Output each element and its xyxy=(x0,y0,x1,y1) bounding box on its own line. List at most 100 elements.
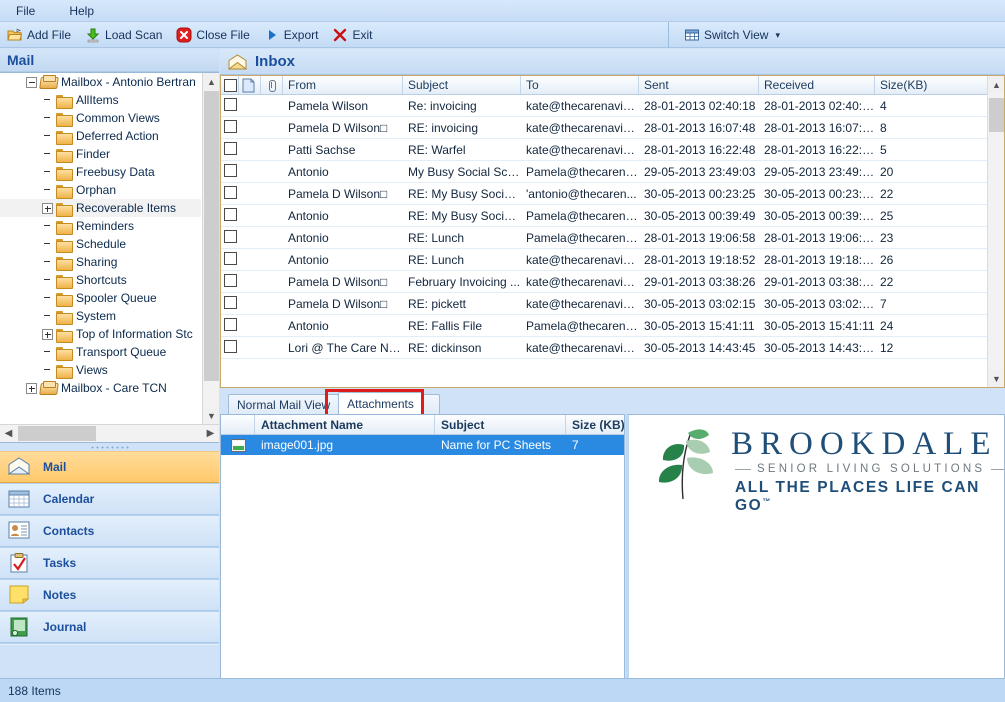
attachment-list[interactable]: Attachment Name Subject Size (KB) image0… xyxy=(220,414,625,702)
message-row[interactable]: Lori @ The Care Nav... RE: dickinson kate@… xyxy=(221,337,1004,359)
sidebar-item-journal[interactable]: Journal xyxy=(0,611,219,643)
tree-item[interactable]: Sharing xyxy=(0,253,201,271)
message-checkbox-cell[interactable] xyxy=(221,339,239,356)
select-all-checkbox[interactable] xyxy=(224,78,237,92)
message-row[interactable]: Antonio My Busy Social Sch... Pamela@theca… xyxy=(221,161,1004,183)
attachment-row[interactable]: image001.jpg Name for PC Sheets 7 xyxy=(221,435,624,455)
message-checkbox-cell[interactable] xyxy=(221,229,239,246)
menu-item-file[interactable]: File xyxy=(10,2,41,20)
tab-attachments[interactable]: Attachments xyxy=(338,392,423,415)
tree-item[interactable]: Mailbox - Care TCN xyxy=(0,379,201,397)
message-checkbox[interactable] xyxy=(224,163,237,177)
scroll-right-icon[interactable]: ▶ xyxy=(202,425,219,442)
sidebar-item-contacts[interactable]: Contacts xyxy=(0,515,219,547)
message-checkbox[interactable] xyxy=(224,141,237,155)
column-header-received[interactable]: Received xyxy=(759,76,875,94)
tree-item[interactable]: Orphan xyxy=(0,181,201,199)
message-row[interactable]: Pamela D Wilson□ February Invoicing ... ka… xyxy=(221,271,1004,293)
tree-item[interactable]: Shortcuts xyxy=(0,271,201,289)
expand-icon[interactable] xyxy=(42,202,53,214)
tree-item[interactable]: Transport Queue xyxy=(0,343,201,361)
folder-tree-vertical-scrollbar[interactable]: ▲ ▼ xyxy=(202,73,219,424)
switch-view-button[interactable]: Switch View ▾ xyxy=(677,24,787,46)
message-checkbox-cell[interactable] xyxy=(221,295,239,312)
scroll-up-icon[interactable]: ▲ xyxy=(988,76,1004,93)
attachment-col-icon[interactable] xyxy=(221,415,255,434)
tree-item[interactable]: Spooler Queue xyxy=(0,289,201,307)
column-header-subject[interactable]: Subject xyxy=(403,76,521,94)
tree-item[interactable]: System xyxy=(0,307,201,325)
tree-item[interactable]: Schedule xyxy=(0,235,201,253)
collapse-icon[interactable] xyxy=(26,76,37,88)
message-row[interactable]: Pamela Wilson Re: invoicing kate@thecarena… xyxy=(221,95,1004,117)
export-button[interactable]: Export xyxy=(257,24,326,46)
tree-item[interactable]: Deferred Action xyxy=(0,127,201,145)
folder-tree[interactable]: Mailbox - Antonio Bertran AllItems Common … xyxy=(0,72,219,443)
hscrollbar-thumb[interactable] xyxy=(18,426,96,441)
add-file-button[interactable]: Add File xyxy=(0,24,78,46)
tree-item[interactable]: Top of Information Stc xyxy=(0,325,201,343)
message-checkbox[interactable] xyxy=(224,251,237,265)
message-checkbox[interactable] xyxy=(224,207,237,221)
column-header-type[interactable] xyxy=(239,76,261,94)
tree-item[interactable]: Finder xyxy=(0,145,201,163)
message-row[interactable]: Pamela D Wilson□ RE: invoicing kate@thecar… xyxy=(221,117,1004,139)
message-row[interactable]: Antonio RE: Fallis File Pamela@thecarena..… xyxy=(221,315,1004,337)
message-checkbox[interactable] xyxy=(224,185,237,199)
tree-item[interactable]: AllItems xyxy=(0,91,201,109)
tree-item[interactable]: Freebusy Data xyxy=(0,163,201,181)
sidebar-item-tasks[interactable]: Tasks xyxy=(0,547,219,579)
message-row[interactable]: Pamela D Wilson□ RE: My Busy Social ... 'a… xyxy=(221,183,1004,205)
folder-tree-horizontal-scrollbar[interactable]: ◀ ▶ xyxy=(0,424,219,442)
scroll-up-icon[interactable]: ▲ xyxy=(203,73,219,90)
message-checkbox[interactable] xyxy=(224,317,237,331)
message-checkbox[interactable] xyxy=(224,295,237,309)
exit-button[interactable]: Exit xyxy=(325,24,379,46)
message-checkbox-cell[interactable] xyxy=(221,251,239,268)
scroll-left-icon[interactable]: ◀ xyxy=(0,425,17,442)
sidebar-item-notes[interactable]: Notes xyxy=(0,579,219,611)
message-row[interactable]: Antonio RE: Lunch Pamela@thecarena... 28-01… xyxy=(221,227,1004,249)
message-checkbox-cell[interactable] xyxy=(221,273,239,290)
tree-item[interactable]: Reminders xyxy=(0,217,201,235)
message-row[interactable]: Antonio RE: My Busy Social ... Pamela@thec… xyxy=(221,205,1004,227)
message-checkbox-cell[interactable] xyxy=(221,141,239,158)
scroll-down-icon[interactable]: ▼ xyxy=(988,370,1004,387)
column-header-sent[interactable]: Sent xyxy=(639,76,759,94)
message-checkbox-cell[interactable] xyxy=(221,119,239,136)
message-checkbox[interactable] xyxy=(224,97,237,111)
column-header-to[interactable]: To xyxy=(521,76,639,94)
expand-icon[interactable] xyxy=(42,328,53,340)
message-list-scrollbar[interactable]: ▲ ▼ xyxy=(987,76,1004,387)
message-checkbox[interactable] xyxy=(224,229,237,243)
tree-item[interactable]: Common Views xyxy=(0,109,201,127)
tree-item[interactable]: Views xyxy=(0,361,201,379)
scroll-down-icon[interactable]: ▼ xyxy=(203,407,219,424)
column-header-size[interactable]: Size(KB) xyxy=(875,76,989,94)
pane-splitter[interactable] xyxy=(0,443,219,451)
menu-item-help[interactable]: Help xyxy=(63,2,100,20)
sidebar-item-mail[interactable]: Mail xyxy=(0,451,219,483)
message-checkbox[interactable] xyxy=(224,339,237,353)
column-header-attach[interactable] xyxy=(261,76,283,94)
column-header-check[interactable] xyxy=(221,76,239,94)
message-row[interactable]: Antonio RE: Lunch kate@thecarenavig... 28-0… xyxy=(221,249,1004,271)
message-row[interactable]: Pamela D Wilson□ RE: pickett kate@thecaren… xyxy=(221,293,1004,315)
message-checkbox-cell[interactable] xyxy=(221,185,239,202)
column-header-from[interactable]: From xyxy=(283,76,403,94)
tab-normal-mail-view[interactable]: Normal Mail View xyxy=(228,394,340,415)
message-checkbox[interactable] xyxy=(224,119,237,133)
message-checkbox-cell[interactable] xyxy=(221,317,239,334)
message-checkbox-cell[interactable] xyxy=(221,163,239,180)
scrollbar-thumb[interactable] xyxy=(989,98,1004,132)
message-checkbox-cell[interactable] xyxy=(221,207,239,224)
message-row[interactable]: Patti Sachse RE: Warfel kate@thecarenavig.… xyxy=(221,139,1004,161)
close-file-button[interactable]: Close File xyxy=(169,24,256,46)
message-list[interactable]: From Subject To Sent Received Size(KB) Pamela… xyxy=(220,75,1005,388)
expand-icon[interactable] xyxy=(26,382,37,394)
attachment-col-size[interactable]: Size (KB) xyxy=(566,415,625,434)
tree-item[interactable]: Recoverable Items xyxy=(0,199,201,217)
message-checkbox[interactable] xyxy=(224,273,237,287)
sidebar-item-calendar[interactable]: Calendar xyxy=(0,483,219,515)
load-scan-button[interactable]: Load Scan xyxy=(78,24,169,46)
